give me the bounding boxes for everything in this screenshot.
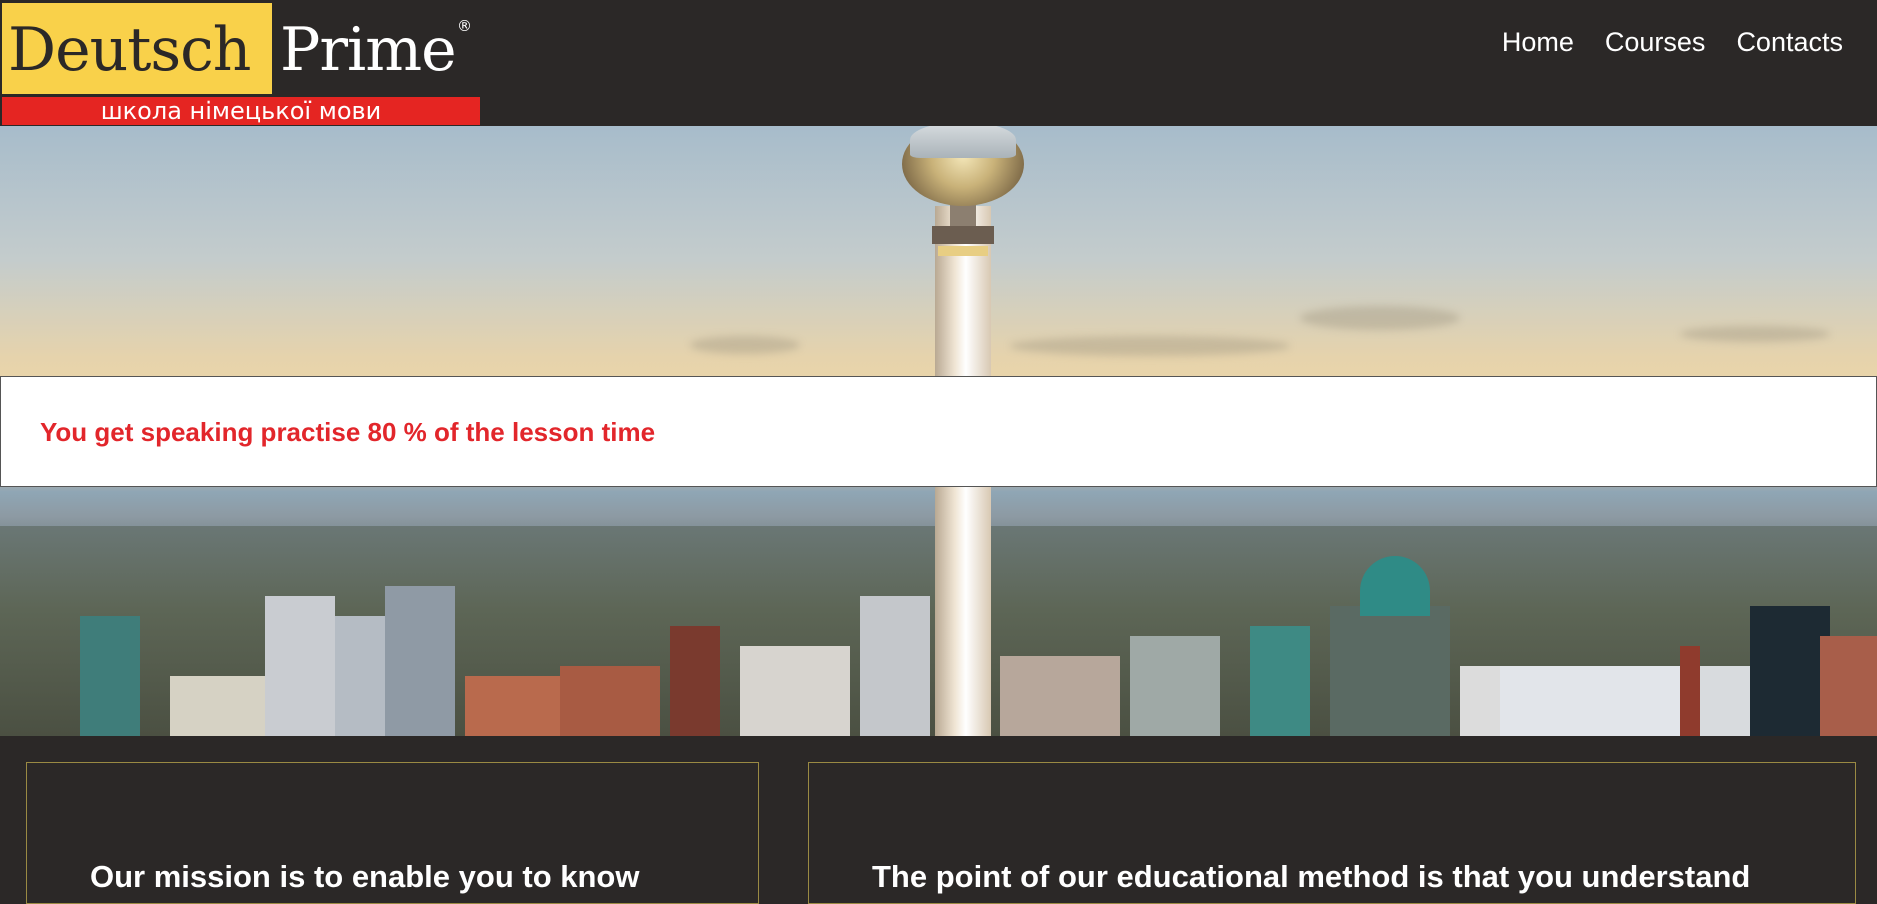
tv-tower-sphere-top bbox=[910, 126, 1016, 158]
tv-tower-band bbox=[932, 226, 994, 244]
cathedral-dome bbox=[1360, 556, 1430, 616]
mission-heading: Our mission is to enable you to know bbox=[90, 859, 640, 894]
building bbox=[265, 596, 335, 736]
building bbox=[80, 616, 140, 736]
cloud bbox=[1300, 306, 1460, 330]
building bbox=[860, 596, 930, 736]
registered-mark: ® bbox=[457, 17, 472, 35]
logo-tagline: школа німецької мови bbox=[100, 97, 382, 125]
logo-word-prime: Prime bbox=[280, 15, 457, 85]
building bbox=[740, 646, 850, 736]
building bbox=[335, 616, 385, 736]
building bbox=[385, 586, 455, 736]
building bbox=[1330, 606, 1450, 736]
building bbox=[1680, 646, 1700, 736]
hero-banner: You get speaking practise 80 % of the le… bbox=[0, 376, 1877, 487]
main-nav: Home Courses Contacts bbox=[1502, 22, 1843, 62]
building bbox=[1820, 636, 1877, 736]
building bbox=[170, 676, 280, 736]
tv-tower-band-light bbox=[938, 246, 988, 256]
building bbox=[1500, 666, 1680, 736]
method-card: The point of our educational method is t… bbox=[808, 762, 1856, 904]
logo[interactable]: Deutsch Prime ® школа німецької мови bbox=[2, 3, 480, 125]
building bbox=[1250, 626, 1310, 736]
building bbox=[560, 666, 660, 736]
method-heading: The point of our educational method is t… bbox=[872, 859, 1751, 894]
nav-home-link[interactable]: Home bbox=[1502, 22, 1574, 62]
logo-word-deutsch: Deutsch bbox=[8, 15, 251, 85]
mission-card: Our mission is to enable you to know bbox=[26, 762, 759, 904]
cloud bbox=[1010, 336, 1290, 356]
banner-text: You get speaking practise 80 % of the le… bbox=[40, 417, 656, 447]
building bbox=[1130, 636, 1220, 736]
building bbox=[1000, 656, 1120, 736]
building bbox=[670, 626, 720, 736]
nav-courses-link[interactable]: Courses bbox=[1605, 22, 1706, 62]
site-header: Deutsch Prime ® школа німецької мови Hom… bbox=[0, 0, 1877, 126]
nav-contacts-link[interactable]: Contacts bbox=[1736, 22, 1843, 62]
cloud bbox=[1680, 326, 1830, 342]
cloud bbox=[690, 336, 800, 354]
building bbox=[1750, 606, 1830, 736]
